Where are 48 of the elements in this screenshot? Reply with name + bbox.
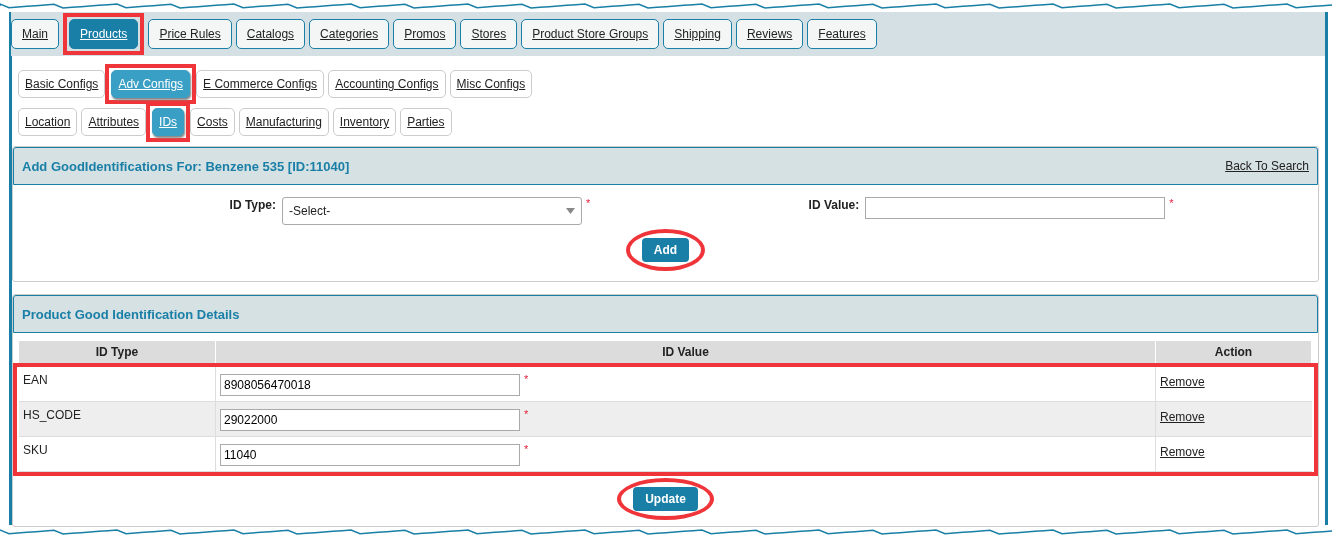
table-cell: SKU — [23, 443, 48, 457]
tab[interactable]: Shipping — [663, 19, 732, 49]
id-value-field[interactable] — [865, 197, 1166, 219]
required-mark: * — [524, 408, 529, 420]
required-mark: * — [1169, 197, 1174, 209]
tab[interactable]: Categories — [309, 19, 390, 49]
panel-title: Product Good Identification Details — [22, 306, 240, 322]
required-mark: * — [524, 373, 529, 385]
table-cell: EAN — [23, 373, 48, 387]
back-link[interactable]: Back To Search — [1225, 159, 1309, 173]
field-label: ID Type: — [229, 198, 276, 212]
panel-title: Add GoodIdentifications For: Benzene 535 [ID:11040] — [22, 158, 350, 174]
required-mark: * — [586, 197, 591, 209]
id-value-field[interactable]: 8908056470018 — [220, 374, 520, 396]
column-header: Action — [1156, 341, 1312, 363]
tab[interactable]: Misc Configs — [449, 70, 533, 98]
tab[interactable]: Inventory — [332, 108, 397, 136]
remove-link[interactable]: Remove — [1160, 375, 1205, 389]
id-type-select[interactable]: -Select- — [282, 197, 582, 225]
tab[interactable]: Catalogs — [235, 19, 306, 49]
tab[interactable]: Accounting Configs — [328, 70, 446, 98]
required-mark: * — [524, 443, 529, 455]
tab[interactable]: Manufacturing — [238, 108, 329, 136]
remove-link[interactable]: Remove — [1160, 410, 1205, 424]
tab[interactable]: Main — [11, 19, 59, 49]
tab[interactable]: Location — [18, 108, 78, 136]
action-button[interactable]: Update — [633, 487, 698, 511]
column-header: ID Type — [19, 341, 216, 363]
table-cell: HS_CODE — [23, 408, 81, 422]
field-label: ID Value: — [808, 198, 860, 212]
caret-icon — [566, 208, 575, 214]
tab[interactable]: Reviews — [735, 19, 804, 49]
tab[interactable]: Products — [69, 19, 139, 49]
tab[interactable]: Basic Configs — [18, 70, 106, 98]
tab[interactable]: Promos — [393, 19, 457, 49]
tab[interactable]: Stores — [460, 19, 518, 49]
tab[interactable]: Product Store Groups — [521, 19, 660, 49]
id-value-field[interactable]: 11040 — [220, 444, 520, 466]
tab[interactable]: Parties — [400, 108, 452, 136]
tab[interactable]: E Commerce Configs — [196, 70, 325, 98]
column-header: ID Value — [216, 341, 1156, 363]
action-button[interactable]: Add — [641, 238, 690, 262]
id-value-field[interactable]: 29022000 — [220, 409, 520, 431]
tab[interactable]: Features — [807, 19, 877, 49]
remove-link[interactable]: Remove — [1160, 445, 1205, 459]
tab[interactable]: Costs — [190, 108, 235, 136]
tab[interactable]: Attributes — [81, 108, 147, 136]
tab[interactable]: Price Rules — [148, 19, 232, 49]
